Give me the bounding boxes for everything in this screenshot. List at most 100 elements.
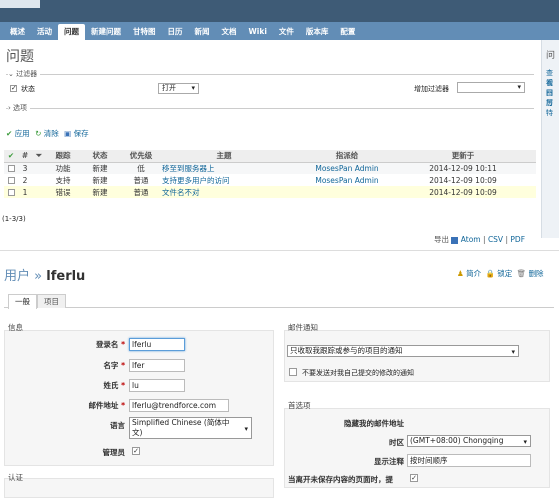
- table-row[interactable]: 1 错误 新建 普通 文件名不对 2014-12-09 10:09: [4, 186, 536, 198]
- info-legend: 信息: [8, 323, 23, 332]
- issue-subject-link[interactable]: 文件名不对: [162, 188, 200, 197]
- issue-subject-link[interactable]: 支持更多用户的访问: [162, 176, 230, 185]
- status-filter-checkbox[interactable]: ✓: [10, 85, 17, 92]
- sidebar-link-gantt[interactable]: 甘特: [546, 98, 559, 118]
- issue-tracker: 支持: [55, 175, 71, 185]
- col-updated[interactable]: 更新于: [452, 151, 475, 160]
- tab-overview[interactable]: 概述: [4, 24, 31, 40]
- mail-notification-select[interactable]: 只收取我跟踪或参与的项目的通知 ▾: [287, 345, 519, 357]
- issue-updated: 2014-12-09 10:09: [408, 186, 518, 198]
- lock-link[interactable]: 锁定: [497, 269, 512, 278]
- users-breadcrumb-link[interactable]: 用户: [4, 269, 30, 284]
- row-checkbox[interactable]: [7, 165, 15, 173]
- export-separator: |: [483, 235, 486, 244]
- lastname-input[interactable]: lu: [129, 379, 185, 392]
- export-pdf-link[interactable]: PDF: [510, 235, 525, 244]
- tab-settings[interactable]: 配置: [334, 24, 361, 40]
- assignee-link[interactable]: MosesPan Admin: [315, 176, 378, 185]
- col-subject[interactable]: 主题: [217, 151, 232, 160]
- delete-link[interactable]: 删除: [529, 269, 544, 278]
- issue-id: 3: [18, 162, 32, 174]
- issue-updated: 2014-12-09 10:11: [408, 162, 518, 174]
- query-actions: ✔ 应用 ↻ 清除 ▣ 保存: [6, 128, 89, 139]
- tab-issues[interactable]: 问题: [58, 24, 85, 40]
- lock-icon: 🔒: [485, 269, 495, 278]
- tab-repository[interactable]: 版本库: [300, 24, 335, 40]
- tab-documents[interactable]: 文档: [216, 24, 243, 40]
- sidebar-title: 问: [546, 51, 556, 61]
- issue-tracker: 功能: [46, 162, 80, 174]
- reload-icon: ↻: [35, 129, 42, 138]
- export-csv-link[interactable]: CSV: [488, 235, 503, 244]
- table-row[interactable]: 3 功能 新建 低 移至到服务器上 MosesPan Admin 2014-12…: [4, 162, 536, 174]
- issue-id: 1: [18, 186, 32, 198]
- export-atom-link[interactable]: Atom: [461, 235, 481, 244]
- issue-status: 新建: [80, 162, 120, 174]
- breadcrumb-separator: »: [34, 269, 43, 284]
- column-menu-icon[interactable]: ⏷: [36, 151, 42, 160]
- toggle-all-icon[interactable]: ✔: [8, 151, 14, 160]
- tab-news[interactable]: 新闻: [189, 24, 216, 40]
- mail-legend: 邮件通知: [288, 323, 318, 332]
- options-divider: [6, 108, 534, 109]
- tab-wiki[interactable]: Wiki: [243, 24, 273, 40]
- user-actions: ♟ 简介 🔒 锁定 🗑 删除: [457, 268, 544, 279]
- issue-subject-link[interactable]: 移至到服务器上: [162, 164, 215, 173]
- tab-new-issue[interactable]: 新建问题: [85, 24, 127, 40]
- tab-projects[interactable]: 项目: [37, 294, 66, 308]
- user-name-heading: lferlu: [46, 269, 86, 284]
- tab-activity[interactable]: 活动: [31, 24, 58, 40]
- tab-calendar[interactable]: 日历: [162, 24, 189, 40]
- firstname-input[interactable]: lfer: [129, 359, 185, 372]
- no-self-notify-checkbox[interactable]: [289, 368, 297, 376]
- save-button[interactable]: 保存: [74, 129, 89, 138]
- prefs-legend: 首选项: [288, 401, 311, 410]
- comments-order-select[interactable]: 按时间顺序: [407, 454, 531, 467]
- language-label: 语言: [110, 421, 125, 430]
- timezone-select[interactable]: (GMT+08:00) Chongqing ▾: [407, 435, 531, 447]
- apply-button[interactable]: 应用: [15, 129, 30, 138]
- col-priority[interactable]: 优先级: [130, 151, 153, 160]
- chevron-down-icon: ▾: [244, 425, 248, 433]
- issues-table: ✔ # ⏷ 跟踪 状态 优先级 主题 指派给 更新于 3 功能 新建 低 移至到…: [4, 150, 536, 198]
- tab-files[interactable]: 文件: [273, 24, 300, 40]
- summary-link[interactable]: 简介: [466, 269, 481, 278]
- issue-priority: 低: [120, 162, 162, 174]
- feed-icon: [451, 236, 459, 244]
- row-checkbox[interactable]: [7, 177, 15, 184]
- add-filter-select[interactable]: [457, 82, 525, 93]
- top-header-band: [0, 0, 559, 22]
- unsaved-warning-checkbox[interactable]: ✓: [410, 474, 418, 482]
- email-input[interactable]: lferlu@trendforce.com: [129, 399, 229, 412]
- export-links: 导出 Atom | CSV | PDF: [434, 234, 525, 245]
- lastname-label: 姓氏 *: [103, 381, 125, 390]
- page-title: 问题: [6, 49, 34, 65]
- admin-checkbox[interactable]: ✓: [132, 447, 140, 455]
- expand-arrow-icon: ›: [8, 104, 11, 112]
- col-status[interactable]: 状态: [93, 151, 108, 160]
- table-row[interactable]: 2 支持 新建 普通 支持更多用户的访问 MosesPan Admin 2014…: [4, 174, 536, 186]
- filters-legend[interactable]: ⌄ 过滤器: [8, 69, 41, 79]
- status-filter-label: 状态: [21, 85, 35, 93]
- language-select[interactable]: Simplified Chinese (简体中 文) ▾: [129, 417, 252, 439]
- pagination: (1-3/3): [2, 215, 26, 223]
- options-legend[interactable]: › 选项: [8, 103, 31, 113]
- issue-tracker: 错误: [46, 186, 80, 198]
- status-filter-select[interactable]: 打开: [158, 83, 199, 94]
- col-assignee[interactable]: 指派给: [336, 151, 359, 160]
- assignee-link[interactable]: MosesPan Admin: [315, 164, 378, 173]
- col-id[interactable]: #: [22, 151, 28, 160]
- issue-id: 2: [22, 175, 28, 185]
- login-input[interactable]: lferlu: [129, 338, 185, 351]
- col-tracker[interactable]: 跟踪: [56, 151, 71, 160]
- tab-gantt[interactable]: 甘特图: [127, 24, 162, 40]
- collapse-arrow-icon: ⌄: [8, 70, 14, 78]
- clear-button[interactable]: 清除: [44, 129, 59, 138]
- tab-general[interactable]: 一般: [8, 294, 37, 309]
- issue-priority: 普通: [120, 186, 162, 198]
- row-checkbox[interactable]: [7, 189, 15, 196]
- issue-priority: 普通: [133, 175, 149, 185]
- hide-mail-label: 隐藏我的邮件地址: [344, 419, 404, 428]
- header-logo-strip: [0, 0, 40, 8]
- filters-divider: [6, 74, 534, 75]
